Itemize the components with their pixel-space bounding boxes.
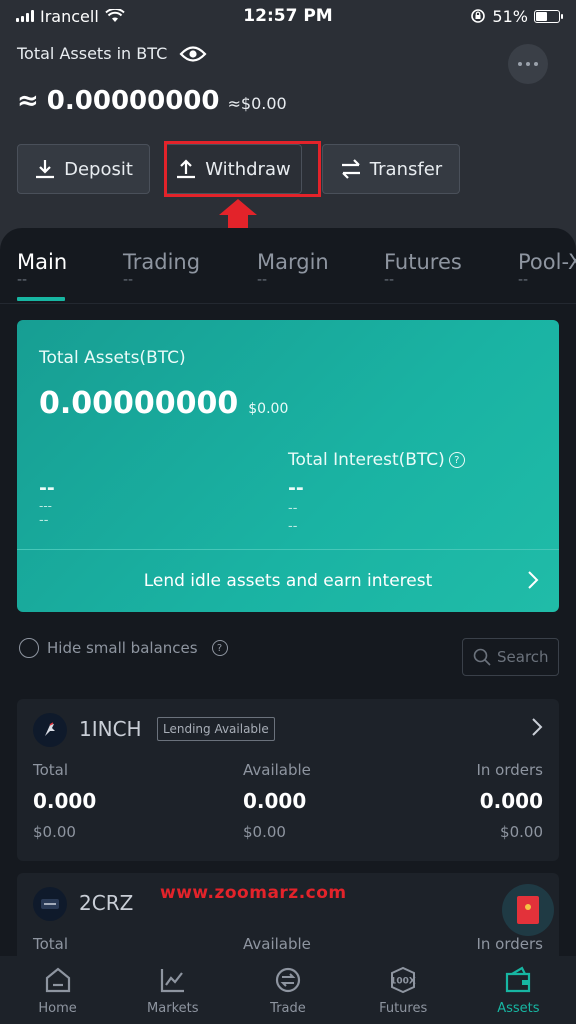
more-options-button[interactable]: [508, 44, 548, 84]
nav-markets[interactable]: Markets: [115, 965, 230, 1016]
chart-icon: [160, 968, 184, 992]
nav-trade[interactable]: Trade: [230, 965, 345, 1016]
radio-button[interactable]: [19, 638, 39, 658]
in-orders-column: In orders 0.000 $0.00: [476, 761, 543, 841]
total-column: Total 0.000 $0.00: [33, 761, 97, 841]
active-tab-indicator: [17, 297, 65, 301]
rotation-lock-icon: [471, 9, 486, 23]
in-orders-column: In orders: [476, 935, 543, 953]
top-area: [0, 0, 576, 260]
search-placeholder: Search: [497, 648, 549, 666]
bottom-navigation: Home Markets Trade 100X Futures Assets: [0, 956, 576, 1024]
deposit-button[interactable]: Deposit: [17, 144, 150, 194]
total-column: Total: [33, 935, 69, 953]
coin-name: 2CRZ: [79, 891, 134, 915]
withdraw-label: Withdraw: [205, 158, 291, 180]
hide-small-label: Hide small balances: [47, 639, 198, 657]
signal-icon: [16, 10, 34, 22]
total-interest-label: Total Interest(BTC) ?: [288, 450, 465, 470]
btc-amount: 0.00000000: [46, 86, 220, 116]
wifi-icon: [105, 9, 125, 22]
lend-text: Lend idle assets and earn interest: [143, 571, 433, 591]
svg-text:100X: 100X: [390, 976, 416, 986]
coin-logo-1inch: [33, 713, 67, 747]
carrier-name: Irancell: [40, 6, 99, 26]
lending-available-badge: Lending Available: [157, 717, 275, 741]
action-buttons: Deposit Withdraw Transfer: [17, 144, 460, 194]
card-btc-amount: 0.00000000: [39, 386, 239, 421]
tab-pool-x[interactable]: Pool-X --: [518, 250, 576, 287]
upload-icon: [177, 159, 196, 179]
red-envelope-icon: [517, 896, 539, 924]
transfer-label: Transfer: [369, 158, 443, 180]
help-icon[interactable]: ?: [448, 452, 465, 468]
total-assets-label: Total Assets in BTC: [17, 44, 168, 63]
btc-approx-symbol: ≈: [17, 86, 39, 116]
tab-futures[interactable]: Futures --: [384, 250, 462, 287]
main-account-card: Total Assets(BTC) 0.00000000 $0.00 Total…: [17, 320, 559, 612]
tab-margin[interactable]: Margin --: [257, 250, 329, 287]
card-value: 0.00000000 $0.00: [39, 386, 288, 421]
usd-amount: ≈$0.00: [227, 94, 287, 113]
coin-badge-icon: [41, 899, 59, 909]
coin-name: 1INCH: [79, 717, 142, 741]
hide-small-balances-toggle[interactable]: Hide small balances ?: [19, 638, 228, 658]
download-icon: [36, 160, 55, 179]
withdraw-button[interactable]: Withdraw: [164, 144, 302, 194]
available-column: Available: [243, 935, 311, 953]
help-icon[interactable]: ?: [211, 640, 228, 656]
battery-percent: 51%: [492, 6, 528, 26]
tab-trading[interactable]: Trading --: [123, 250, 200, 287]
asset-row-1inch[interactable]: 1INCH Lending Available Total 0.000 $0.0…: [17, 699, 559, 861]
battery-icon: [533, 9, 563, 23]
account-tabs: Main -- Trading -- Margin -- Futures -- …: [0, 250, 576, 302]
transfer-icon: [341, 159, 360, 179]
interest-placeholder-values: -- -- --: [288, 477, 304, 534]
watermark: www.zoomarz.com: [160, 883, 347, 903]
card-usd-amount: $0.00: [248, 401, 289, 417]
chevron-right-icon: [532, 718, 543, 736]
status-bar: Irancell 12:57 PM 51%: [0, 0, 576, 32]
trade-icon: [275, 967, 301, 992]
search-input[interactable]: Search: [462, 638, 559, 676]
coin-logo-2crz: [33, 887, 67, 921]
nav-home[interactable]: Home: [0, 965, 115, 1016]
transfer-button[interactable]: Transfer: [322, 144, 460, 194]
total-assets-header: Total Assets in BTC: [17, 44, 207, 63]
search-icon: [473, 648, 491, 666]
chevron-right-icon: [528, 571, 539, 589]
total-btc-value: ≈ 0.00000000 ≈$0.00: [17, 86, 287, 116]
card-title: Total Assets(BTC): [39, 348, 186, 368]
eye-icon[interactable]: [179, 45, 207, 63]
red-arrow-indicator-icon: [219, 199, 257, 229]
nav-assets[interactable]: Assets: [461, 965, 576, 1016]
left-placeholder-values: -- --- --: [39, 477, 55, 528]
assets-panel: Main -- Trading -- Margin -- Futures -- …: [0, 228, 576, 1024]
nav-futures[interactable]: 100X Futures: [346, 965, 461, 1016]
tab-main[interactable]: Main --: [17, 250, 67, 287]
home-icon: [45, 967, 70, 992]
deposit-label: Deposit: [64, 158, 133, 180]
red-envelope-button[interactable]: [502, 884, 554, 936]
available-column: Available 0.000 $0.00: [243, 761, 311, 841]
wallet-icon: [506, 965, 531, 992]
unicorn-logo-icon: [45, 722, 55, 736]
more-icon: [518, 62, 522, 66]
clock: 12:57 PM: [243, 6, 333, 26]
lend-assets-link[interactable]: Lend idle assets and earn interest: [17, 550, 559, 612]
futures-100x-icon: 100X: [390, 966, 416, 993]
tabs-divider: [0, 303, 576, 304]
